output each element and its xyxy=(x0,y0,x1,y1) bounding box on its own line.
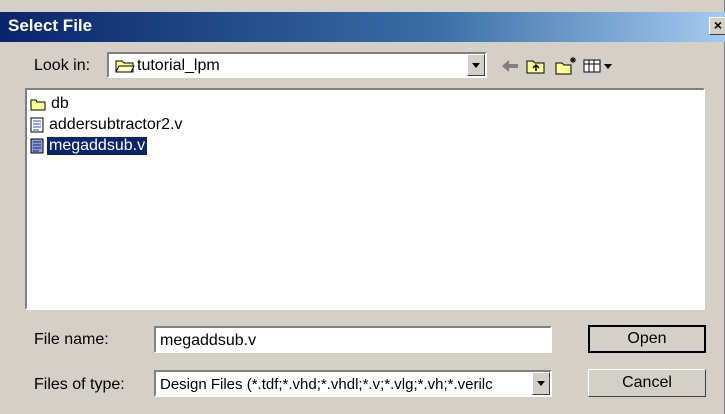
dialog-title: Select File xyxy=(8,16,93,35)
file-name-label: File name: xyxy=(34,331,109,348)
select-file-dialog: Select File × Look in: tutorial_lpm db a… xyxy=(0,0,725,414)
list-item-folder[interactable]: db xyxy=(30,94,71,114)
folder-open-icon xyxy=(115,60,135,73)
chevron-down-icon xyxy=(537,381,545,386)
file-name: megaddsub.v xyxy=(45,136,149,156)
look-in-dropdown-button[interactable] xyxy=(467,54,485,76)
file-list[interactable]: db addersubtractor2.v megaddsub.v xyxy=(25,88,705,310)
view-menu-icon[interactable] xyxy=(582,55,618,77)
look-in-select[interactable]: tutorial_lpm xyxy=(107,52,487,78)
files-of-type-value: Design Files (*.tdf;*.vhd;*.vhdl;*.v;*.v… xyxy=(160,376,493,393)
list-item-file-selected[interactable]: megaddsub.v xyxy=(30,136,149,156)
files-of-type-dropdown-button[interactable] xyxy=(532,372,550,395)
file-name: addersubtractor2.v xyxy=(49,116,183,133)
new-folder-icon[interactable] xyxy=(554,55,578,77)
document-icon xyxy=(30,138,44,154)
file-name-field[interactable]: megaddsub.v xyxy=(154,326,552,353)
title-bar[interactable]: Select File × xyxy=(0,12,725,42)
list-item-file[interactable]: addersubtractor2.v xyxy=(30,115,184,135)
chevron-down-icon xyxy=(472,63,480,68)
open-button[interactable]: Open xyxy=(588,325,706,353)
files-of-type-select[interactable]: Design Files (*.tdf;*.vhd;*.vhdl;*.v;*.v… xyxy=(154,370,552,397)
close-icon: × xyxy=(713,17,723,33)
look-in-label: Look in: xyxy=(34,57,91,74)
close-button[interactable]: × xyxy=(709,17,725,35)
file-name: db xyxy=(51,95,69,112)
files-of-type-label: Files of type: xyxy=(34,376,125,393)
file-name-value: megaddsub.v xyxy=(160,332,257,349)
back-arrow-icon[interactable] xyxy=(498,55,522,77)
cancel-button[interactable]: Cancel xyxy=(588,369,706,397)
folder-icon xyxy=(30,99,46,111)
up-folder-icon[interactable] xyxy=(524,55,548,77)
look-in-value: tutorial_lpm xyxy=(137,57,220,74)
document-icon xyxy=(30,117,44,133)
